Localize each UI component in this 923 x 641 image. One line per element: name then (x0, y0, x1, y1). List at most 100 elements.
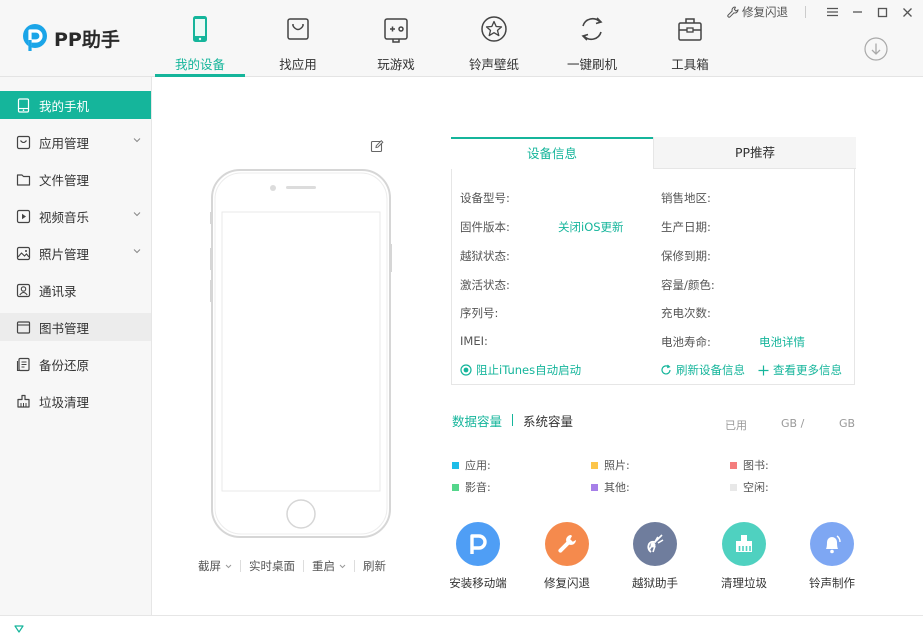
menu-icon (826, 7, 838, 17)
legend-label: 应用: (465, 459, 491, 472)
nav-my-device[interactable]: 我的设备 (155, 14, 245, 72)
divider (805, 6, 806, 18)
nav-one-key-flash[interactable]: 一键刷机 (547, 14, 637, 72)
nav-label: 找应用 (279, 57, 317, 72)
screenshot-label: 截屏 (198, 559, 221, 573)
refresh-device-info-button[interactable]: 刷新设备信息 (660, 362, 745, 378)
app-logo: PP助手 (22, 22, 120, 54)
legend-label: 图书: (743, 459, 769, 472)
triangle-down-icon[interactable] (14, 625, 24, 633)
tool-ringtone-maker[interactable]: 铃声制作 (792, 522, 872, 591)
pp-logo-icon (23, 24, 47, 51)
tool-label: 安装移动端 (449, 576, 507, 590)
legend-swatch (591, 461, 598, 469)
nav-label: 工具箱 (671, 57, 709, 72)
tool-fix-crash[interactable]: 修复闪退 (527, 522, 607, 591)
sidebar-item-backup-restore[interactable]: 备份还原 (0, 350, 151, 378)
info-tabs: 设备信息 PP推荐 (451, 137, 856, 169)
phone-icon (193, 16, 207, 42)
capacity-tabs: 数据容量 系统容量 (452, 411, 573, 429)
sidebar-item-file-management[interactable]: 文件管理 (0, 165, 151, 193)
close-button[interactable] (899, 4, 915, 20)
view-more-info-label: 查看更多信息 (773, 363, 842, 377)
restart-button[interactable]: 重启 (312, 558, 346, 574)
charge-cycles-label: 充电次数: (661, 306, 711, 320)
nav-games[interactable]: 玩游戏 (351, 14, 441, 72)
sidebar-item-label: 我的手机 (39, 98, 90, 114)
disable-ios-update-link[interactable]: 关闭iOS更新 (558, 219, 624, 235)
wrench-icon (558, 535, 576, 553)
restart-label: 重启 (312, 559, 335, 573)
sidebar: 我的手机 应用管理 文件管理 视频音乐 照片管理 通讯录 图书管理 备份还原 垃… (0, 77, 152, 615)
logo-text: PP助手 (54, 28, 120, 51)
fix-crash-button[interactable]: 修复闪退 (727, 4, 788, 20)
jailbreak-status-label: 越狱状态: (460, 249, 510, 263)
bag-icon (287, 18, 309, 40)
sidebar-item-label: 图书管理 (39, 320, 90, 336)
sidebar-item-label: 文件管理 (39, 172, 90, 188)
tool-clean-junk[interactable]: 清理垃圾 (704, 522, 784, 591)
sidebar-item-app-management[interactable]: 应用管理 (0, 128, 151, 156)
nav-label: 我的设备 (174, 57, 225, 72)
tool-jailbreak-helper[interactable]: 越狱助手 (615, 522, 695, 591)
maximize-icon (877, 7, 887, 17)
phone-icon (17, 97, 30, 113)
sidebar-item-book-management[interactable]: 图书管理 (0, 313, 151, 341)
tab-data-capacity[interactable]: 数据容量 (452, 411, 502, 430)
phone-actions: 截屏 实时桌面 重启 刷新 (198, 558, 408, 574)
nav-toolbox[interactable]: 工具箱 (645, 14, 735, 72)
backup-icon (16, 357, 30, 371)
block-itunes-label: 阻止iTunes自动启动 (476, 363, 582, 377)
tool-install-mobile[interactable]: 安装移动端 (438, 522, 518, 591)
pp-assistant-window: PP助手 我的设备 找应用 玩游戏 铃声壁纸 一键刷机 工具箱 修复闪退 我的手… (0, 0, 923, 641)
view-more-info-button[interactable]: 查看更多信息 (758, 362, 842, 378)
gamepad-icon (384, 18, 408, 43)
refresh-button[interactable]: 刷新 (363, 558, 386, 574)
legend-photos: 照片: (591, 457, 630, 473)
legend-label: 影音: (465, 481, 491, 494)
minimize-button[interactable] (849, 4, 865, 20)
nav-find-apps[interactable]: 找应用 (253, 14, 343, 72)
bag-icon (16, 135, 31, 149)
capacity-color-label: 容量/颜色: (661, 278, 715, 292)
refresh-icon (581, 17, 603, 41)
sidebar-item-junk-cleanup[interactable]: 垃圾清理 (0, 387, 151, 415)
divider (240, 560, 241, 572)
contacts-icon (16, 283, 31, 297)
tab-system-capacity[interactable]: 系统容量 (523, 411, 573, 430)
divider (303, 560, 304, 572)
live-desktop-label: 实时桌面 (249, 559, 295, 573)
legend-label: 空闲: (743, 481, 769, 494)
refresh-label: 刷新 (363, 559, 386, 573)
refresh-icon (661, 364, 671, 375)
sidebar-item-video-music[interactable]: 视频音乐 (0, 202, 151, 230)
toolbox-icon (678, 18, 702, 41)
capacity-unit-total: GB (839, 417, 856, 430)
sidebar-item-contacts[interactable]: 通讯录 (0, 276, 151, 304)
nav-ringtones-wallpapers[interactable]: 铃声壁纸 (449, 14, 539, 72)
sidebar-item-label: 备份还原 (39, 357, 90, 373)
radio-checked-icon (460, 364, 472, 376)
jailbreak-icon (647, 534, 664, 553)
broom-icon (17, 394, 30, 408)
tab-pp-recommend[interactable]: PP推荐 (653, 137, 856, 169)
tab-device-info[interactable]: 设备信息 (451, 137, 653, 169)
capacity-unit-used: GB / (781, 417, 805, 430)
star-icon (481, 16, 507, 42)
tool-icon-circle (633, 522, 677, 566)
tool-icon-circle (456, 522, 500, 566)
screenshot-button[interactable]: 截屏 (198, 558, 232, 574)
block-itunes-autostart-option[interactable]: 阻止iTunes自动启动 (460, 362, 581, 378)
edit-icon[interactable] (370, 139, 384, 153)
sidebar-item-my-phone[interactable]: 我的手机 (0, 91, 151, 119)
serial-number-label: 序列号: (460, 306, 499, 320)
legend-swatch (452, 483, 459, 491)
sidebar-item-photo-management[interactable]: 照片管理 (0, 239, 151, 267)
maximize-button[interactable] (874, 4, 890, 20)
battery-details-link[interactable]: 电池详情 (759, 334, 805, 350)
menu-button[interactable] (824, 4, 840, 20)
live-desktop-button[interactable]: 实时桌面 (249, 558, 295, 574)
legend-free: 空闲: (730, 479, 769, 495)
imei-label: IMEI: (460, 334, 488, 348)
download-icon[interactable] (864, 37, 888, 61)
